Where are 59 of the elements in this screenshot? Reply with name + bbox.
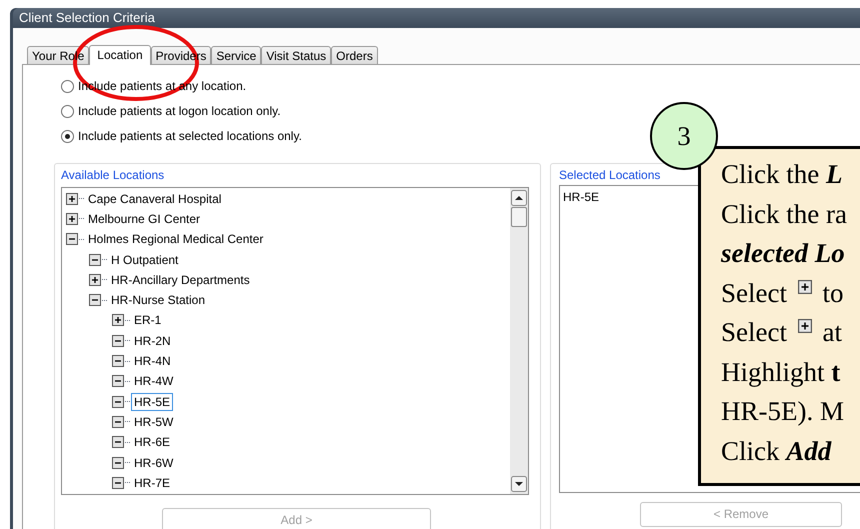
- expand-icon[interactable]: [89, 274, 101, 286]
- list-item[interactable]: HR-5E: [563, 190, 600, 204]
- collapse-icon[interactable]: [89, 294, 101, 306]
- scroll-thumb[interactable]: [511, 206, 527, 226]
- scrollbar[interactable]: [510, 188, 528, 494]
- callout-line: selected Lo: [721, 237, 845, 270]
- radio-button[interactable]: [61, 80, 74, 92]
- scroll-up-icon[interactable]: [511, 190, 527, 206]
- tab[interactable]: Orders: [331, 46, 378, 64]
- collapse-icon[interactable]: [66, 233, 78, 246]
- callout-line: Click Add: [721, 434, 832, 468]
- tree-item[interactable]: HR-Ancillary Departments: [108, 270, 253, 289]
- callout-text: Select: [721, 276, 788, 310]
- group-label: Selected Locations: [559, 168, 660, 182]
- tab[interactable]: Location: [89, 44, 151, 64]
- tree-item[interactable]: HR-4W: [131, 372, 176, 390]
- expand-icon[interactable]: [112, 314, 124, 326]
- tree-item[interactable]: Cape Canaveral Hospital: [85, 190, 224, 208]
- tree-item[interactable]: HR-5E: [131, 392, 174, 411]
- tree-item[interactable]: HR-7E: [131, 474, 174, 492]
- callout-text: to: [821, 276, 844, 310]
- callout-line: Click the L: [721, 158, 842, 191]
- scroll-down-icon[interactable]: [511, 476, 527, 492]
- tree-item[interactable]: HR-Nurse Station: [108, 291, 208, 310]
- tree-item[interactable]: HR-5W: [131, 412, 176, 431]
- tab[interactable]: Service: [211, 46, 262, 64]
- collapse-icon[interactable]: [112, 334, 124, 347]
- tree-item[interactable]: ER-1: [131, 311, 164, 330]
- callout-text: at: [821, 316, 842, 349]
- tree-item[interactable]: Melbourne GI Center: [85, 210, 204, 228]
- tree-item[interactable]: HR-4N: [131, 352, 174, 370]
- expand-icon[interactable]: [66, 212, 78, 225]
- collapse-icon[interactable]: [112, 456, 124, 468]
- collapse-icon[interactable]: [112, 436, 124, 448]
- callout-line: Click the ra: [721, 198, 847, 230]
- tree-item[interactable]: HR-2N: [131, 332, 174, 350]
- collapse-icon[interactable]: [112, 355, 124, 368]
- radio-button[interactable]: [61, 130, 74, 142]
- collapse-icon[interactable]: [112, 416, 124, 428]
- tree-item[interactable]: Holmes Regional Medical Center: [85, 230, 266, 248]
- expand-icon[interactable]: [798, 317, 812, 335]
- window-title: Client Selection Criteria: [19, 9, 155, 27]
- callout-line: HR-5E). M: [721, 395, 844, 428]
- group-label: Available Locations: [61, 168, 164, 182]
- collapse-icon[interactable]: [112, 396, 124, 408]
- tab[interactable]: Visit Status: [261, 46, 332, 64]
- tree-item[interactable]: H Outpatient: [108, 250, 182, 269]
- radio-label: Include patients at logon location only.: [78, 103, 281, 120]
- callout-line: Highlight t: [721, 356, 840, 389]
- callout-text: Select: [721, 316, 788, 349]
- expand-icon[interactable]: [66, 192, 78, 205]
- collapse-icon[interactable]: [112, 375, 124, 388]
- tree-item[interactable]: HR-6W: [131, 454, 176, 472]
- collapse-icon[interactable]: [112, 476, 124, 489]
- expand-icon[interactable]: [798, 278, 812, 296]
- radio-label: Include patients at selected locations only.: [78, 128, 302, 145]
- tree-item[interactable]: HR-6E: [131, 433, 174, 452]
- radio-button[interactable]: [61, 104, 74, 118]
- collapse-icon[interactable]: [89, 254, 101, 266]
